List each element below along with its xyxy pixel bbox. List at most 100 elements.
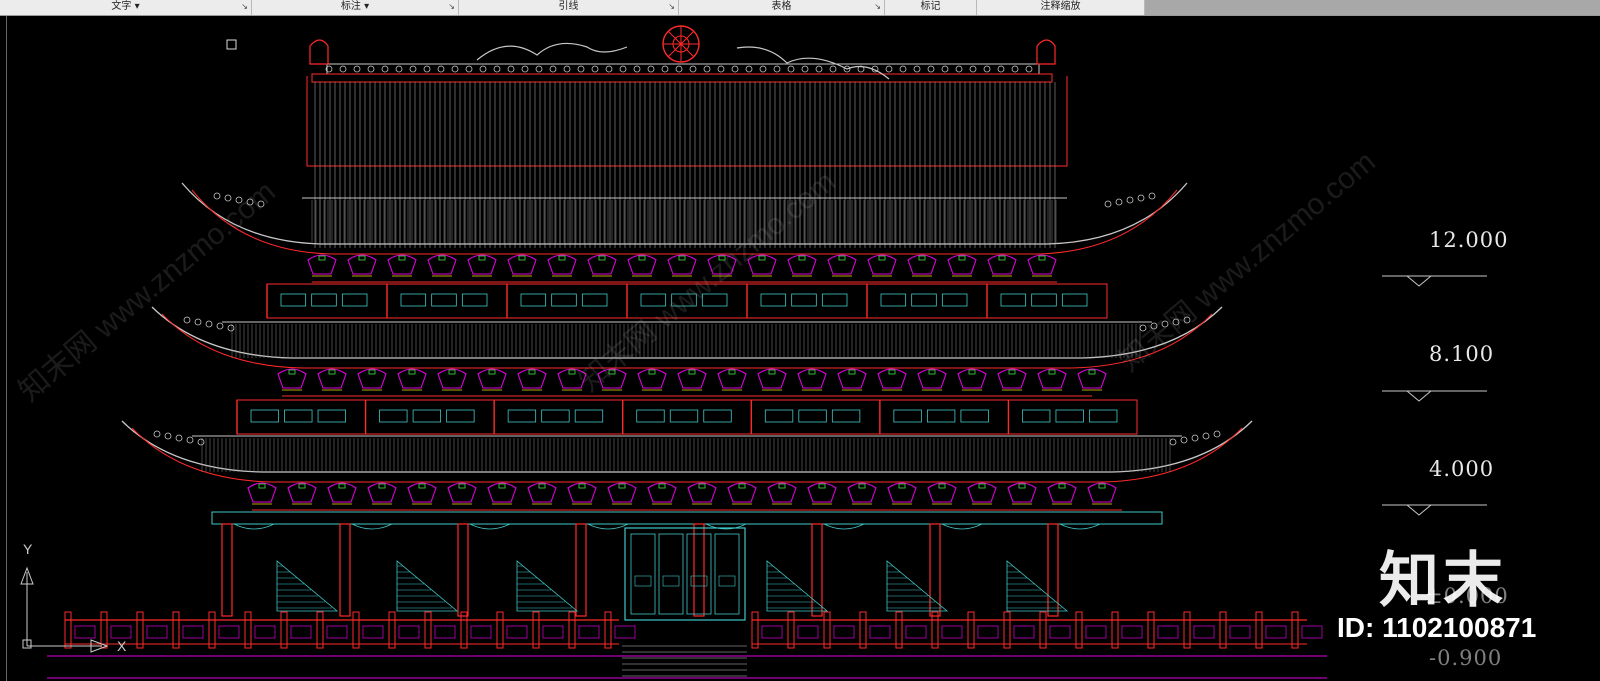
- panel-text[interactable]: 文字 ▾ ↘: [0, 0, 252, 15]
- baluster-post: [931, 611, 939, 649]
- bracket-set: [997, 368, 1027, 389]
- bracket-set: [647, 482, 677, 503]
- bracket-block: [818, 483, 826, 489]
- ribbon-toolbar: 文字 ▾ ↘ 标注 ▾ ↘ 引线 ↘ 表格 ↘ 标记 注释缩放: [0, 0, 1600, 16]
- bracket-set: [967, 482, 997, 503]
- baluster-post: [496, 611, 504, 649]
- ridge-ornament: [395, 65, 403, 73]
- ridge-ornament: [829, 65, 837, 73]
- panel-table-label: 表格: [771, 1, 792, 12]
- bracket-set: [637, 368, 667, 389]
- bracket-block: [928, 369, 936, 375]
- baluster-panel: [470, 625, 492, 639]
- dialog-launcher-icon[interactable]: ↘: [668, 0, 675, 14]
- bracket-block: [538, 483, 546, 489]
- dialog-launcher-icon[interactable]: ↘: [448, 0, 455, 14]
- window-lattice: [461, 293, 488, 307]
- panel-dimension[interactable]: 标注 ▾ ↘: [252, 0, 459, 15]
- baluster-panel: [146, 625, 168, 639]
- baluster-post: [1003, 611, 1011, 649]
- bracket-set: [357, 368, 387, 389]
- baluster-post: [208, 611, 216, 649]
- dialog-launcher-icon[interactable]: ↘: [874, 0, 881, 14]
- ridge-beast: [1202, 432, 1210, 440]
- window-lattice: [960, 409, 989, 423]
- column: [339, 523, 351, 617]
- bracket-set: [727, 482, 757, 503]
- window-lattice: [574, 409, 604, 423]
- window-lattice: [280, 293, 307, 307]
- ridge-ornament: [549, 65, 557, 73]
- baluster-panel: [1157, 625, 1179, 639]
- ridge-ornament: [563, 65, 571, 73]
- ridge-ornament: [913, 65, 921, 73]
- ridge-ornament: [493, 65, 501, 73]
- window-lattice: [880, 293, 907, 307]
- bracket-block: [958, 255, 966, 261]
- bracket-block: [288, 369, 296, 375]
- ridge-ornament: [451, 65, 459, 73]
- bracket-block: [408, 369, 416, 375]
- baluster-post: [1219, 611, 1227, 649]
- window-band: [236, 399, 1138, 435]
- window-lattice: [791, 293, 817, 307]
- bracket-set: [1087, 482, 1117, 503]
- window-lattice: [911, 293, 937, 307]
- baluster-post: [1039, 611, 1047, 649]
- dialog-launcher-icon[interactable]: ↘: [241, 0, 248, 14]
- baluster-panel: [614, 625, 636, 639]
- ridge-finial-left: [309, 39, 329, 65]
- top-roof: [306, 25, 1068, 248]
- door-leaf: [630, 533, 656, 615]
- bracket-set: [327, 482, 357, 503]
- bracket-block: [878, 255, 886, 261]
- ridge-ornament: [983, 65, 991, 73]
- baluster-panel: [434, 625, 456, 639]
- ridge-ornament: [339, 65, 347, 73]
- baluster-panel: [182, 625, 204, 639]
- door-leaf: [658, 533, 684, 615]
- window-lattice: [893, 409, 922, 423]
- ridge-beast: [186, 436, 194, 444]
- window-lattice: [341, 293, 368, 307]
- baluster-panel: [941, 625, 963, 639]
- sparrow-brace: [823, 523, 865, 530]
- elevation-label: -0.900: [1429, 646, 1503, 670]
- window-lattice: [760, 293, 787, 307]
- ridge-ornament: [367, 65, 375, 73]
- bracket-block: [1048, 369, 1056, 375]
- bracket-block: [888, 369, 896, 375]
- ridge-beast: [1148, 192, 1156, 200]
- panel-text-label: 文字: [111, 1, 132, 12]
- bracket-block: [298, 483, 306, 489]
- drawing-viewport[interactable]: 知末网 www.znzmo.com 知末网 www.znzmo.com 知末网 …: [6, 16, 1600, 681]
- panel-annotation-scaling[interactable]: 注释缩放: [977, 0, 1145, 15]
- panel-table[interactable]: 表格 ↘: [679, 0, 885, 15]
- baluster-post: [64, 611, 72, 649]
- dharma-wheel-spoke: [667, 43, 682, 58]
- ridge-beam: [326, 63, 1040, 75]
- sparrow-brace: [1059, 523, 1101, 530]
- baluster-post: [244, 611, 252, 649]
- bracket-block: [678, 255, 686, 261]
- panel-markup[interactable]: 标记: [885, 0, 977, 15]
- dharma-wheel-spoke: [680, 43, 695, 58]
- baluster-panel: [1049, 625, 1071, 639]
- baluster-post: [424, 611, 432, 649]
- dropdown-icon[interactable]: ▾: [135, 1, 140, 12]
- ridge-ornament: [689, 65, 697, 73]
- panel-leader[interactable]: 引线 ↘: [459, 0, 679, 15]
- baluster-panel: [869, 625, 891, 639]
- ridge-beast: [1180, 436, 1188, 444]
- door-panel: [662, 575, 680, 587]
- sparrow-brace: [587, 523, 629, 530]
- roof-face-outline: [306, 76, 1068, 167]
- dropdown-icon[interactable]: ▾: [364, 1, 369, 12]
- bracket-set: [1077, 368, 1107, 389]
- bracket-block: [1018, 483, 1026, 489]
- ridge-ornament: [941, 65, 949, 73]
- window-lattice: [831, 409, 861, 423]
- bracket-block: [318, 255, 326, 261]
- baluster-post: [532, 611, 540, 649]
- window-lattice: [541, 409, 570, 423]
